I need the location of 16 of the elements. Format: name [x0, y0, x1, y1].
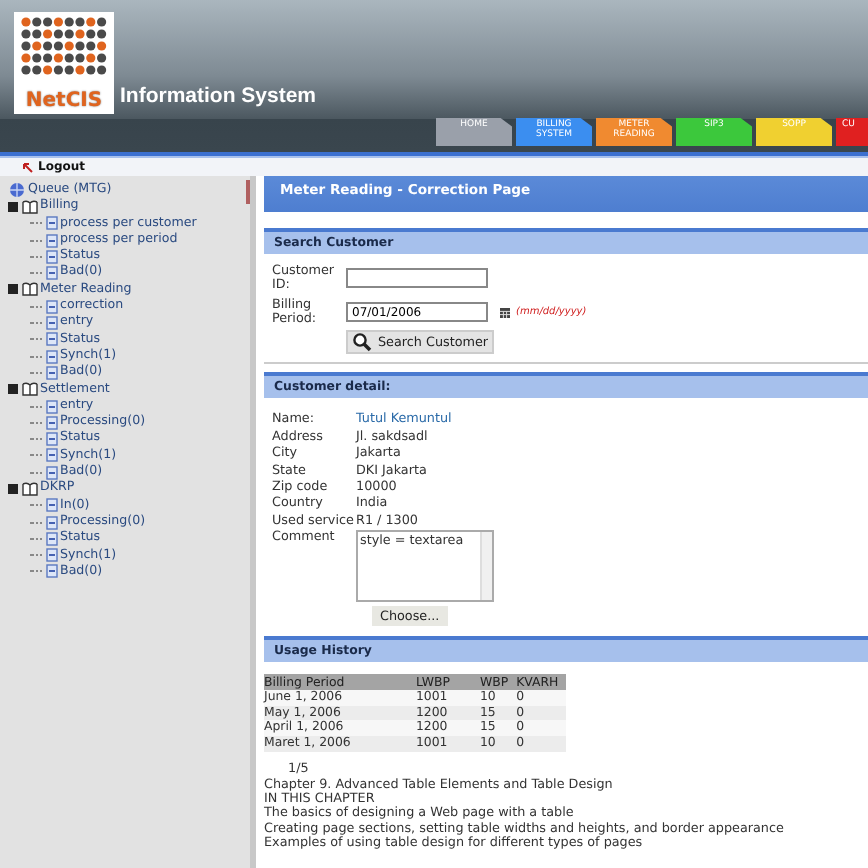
- globe-icon: [8, 182, 26, 199]
- book-icon: [22, 199, 38, 214]
- dot-grid-icon: [20, 16, 108, 76]
- collapse-icon[interactable]: [8, 384, 18, 395]
- logo-text: NetCIS: [25, 92, 103, 112]
- book-icon: [22, 282, 38, 297]
- customer-id-input[interactable]: [346, 268, 488, 289]
- collapse-icon[interactable]: [8, 201, 18, 212]
- calendar-icon[interactable]: [500, 307, 510, 318]
- book-icon: [22, 481, 38, 496]
- collapse-icon[interactable]: [8, 284, 18, 295]
- app-title: Information System: [120, 84, 317, 108]
- collapse-icon[interactable]: [8, 483, 18, 494]
- book-icon: [22, 382, 38, 397]
- search-icon: [352, 332, 372, 353]
- logout-icon: [22, 161, 34, 173]
